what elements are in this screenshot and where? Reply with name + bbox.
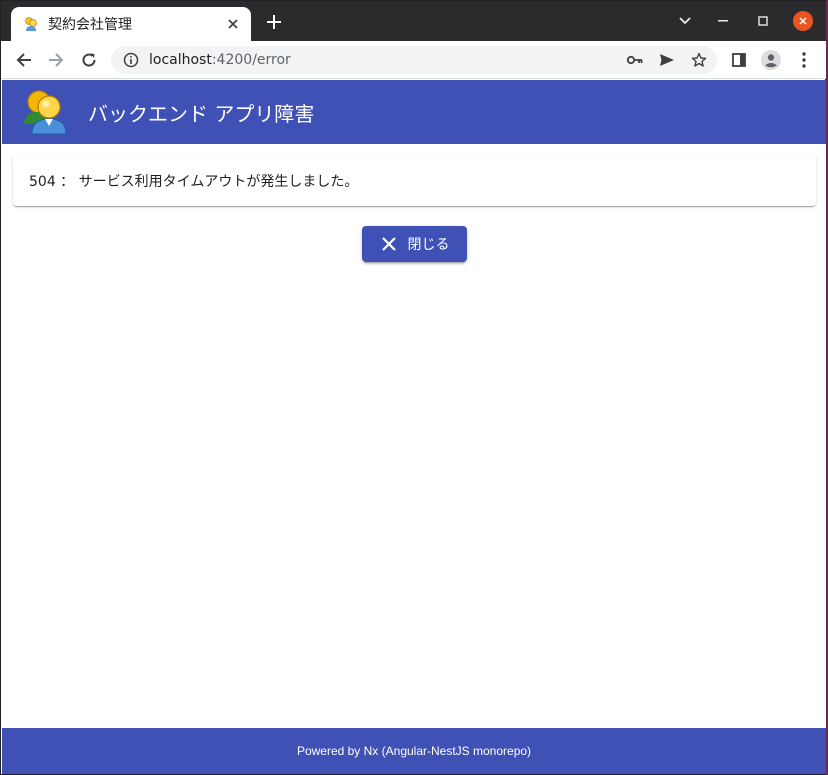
plus-icon[interactable] [263, 11, 285, 33]
browser-window: 契約会社管理 localhost:4200/error バックエンド アプリ障… [0, 0, 827, 775]
close-button[interactable]: 閉じる [362, 226, 467, 262]
reload-icon[interactable] [76, 47, 102, 73]
account-icon[interactable] [760, 49, 782, 71]
window-close-icon[interactable] [793, 11, 813, 31]
url-path: :4200/error [211, 52, 291, 68]
url-host: localhost [149, 52, 212, 68]
arrow-left-icon[interactable] [11, 47, 37, 73]
maximize-icon[interactable] [752, 10, 774, 32]
tab-strip: 契約会社管理 [1, 1, 827, 41]
people-icon [23, 16, 39, 32]
close-icon[interactable] [223, 14, 243, 34]
side-panel-icon[interactable] [728, 49, 750, 71]
address-bar[interactable]: localhost:4200/error [111, 46, 717, 74]
footer-text: Powered by Nx (Angular-NestJS monorepo) [296, 744, 532, 758]
browser-tab[interactable]: 契約会社管理 [11, 7, 251, 41]
error-message: 504 ： サービス利用タイムアウトが発生しました。 [29, 173, 359, 190]
minimize-icon[interactable] [712, 10, 734, 32]
info-icon[interactable] [123, 52, 139, 68]
users-logo-icon [22, 88, 70, 136]
tab-title: 契約会社管理 [48, 17, 132, 33]
tab-search-chevron-down-icon[interactable] [674, 10, 696, 32]
send-icon[interactable] [657, 50, 677, 70]
key-icon[interactable] [625, 50, 645, 70]
browser-toolbar: localhost:4200/error [1, 41, 827, 79]
close-button-label: 閉じる [407, 237, 450, 253]
error-card: 504 ： サービス利用タイムアウトが発生しました。 [13, 155, 816, 206]
page-title: バックエンド アプリ障害 [88, 102, 315, 126]
arrow-right-icon[interactable] [43, 47, 69, 73]
x-icon [380, 235, 398, 253]
app-header: バックエンド アプリ障害 [2, 80, 826, 144]
main-content: 504 ： サービス利用タイムアウトが発生しました。 閉じる [2, 144, 826, 728]
app-footer: Powered by Nx (Angular-NestJS monorepo) [2, 728, 826, 774]
star-icon[interactable] [689, 50, 709, 70]
kebab-menu-icon[interactable] [793, 49, 815, 71]
